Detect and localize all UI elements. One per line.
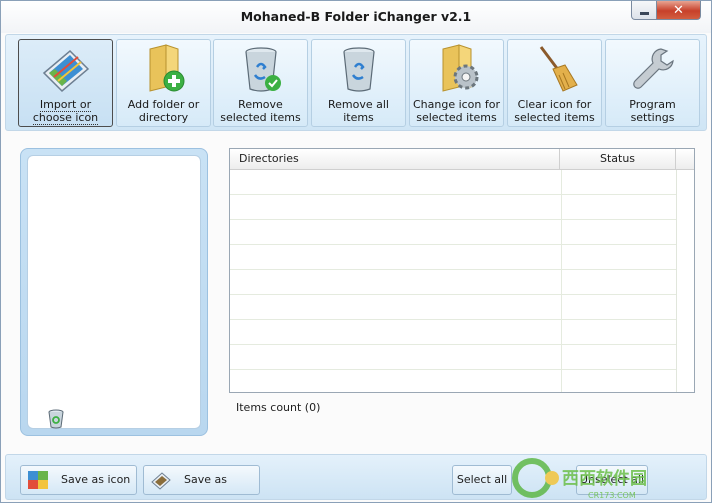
add-folder-label: Add folder or directory <box>127 98 200 124</box>
folder-add-icon <box>149 44 184 92</box>
change-icon-button[interactable]: Change icon for selected items <box>409 39 504 127</box>
table-row <box>230 245 676 270</box>
broom-icon <box>539 46 578 92</box>
save-as-image-label: Save as image <box>184 473 227 503</box>
close-icon: ✕ <box>673 2 684 18</box>
clear-icon-button[interactable]: Clear icon for selected items <box>507 39 602 127</box>
watermark-subtext: CR173.COM <box>588 491 636 500</box>
remove-all-button[interactable]: Remove all items <box>311 39 406 127</box>
add-folder-button[interactable]: Add folder or directory <box>116 39 211 127</box>
save-as-image-button[interactable]: Save as image <box>143 465 260 503</box>
watermark-logo: 西西软件园 CR173.COM <box>512 458 647 500</box>
table-row <box>230 345 676 370</box>
table-row <box>230 295 676 320</box>
icon-preview-area[interactable] <box>27 155 201 429</box>
save-icon-icon <box>28 471 48 489</box>
column-header-status[interactable]: Status <box>560 149 676 169</box>
toolbar: Import or choose icon Add folder or dire… <box>5 34 707 131</box>
save-image-icon <box>151 472 171 490</box>
import-icon-button[interactable]: Import or choose icon <box>18 39 113 127</box>
save-as-icon-label: Save as icon <box>61 473 131 486</box>
table-row <box>230 370 676 395</box>
app-window: Mohaned-B Folder iChanger v2.1 ✕ Import … <box>0 0 712 503</box>
clear-icon-label: Clear icon for selected items <box>514 98 595 124</box>
column-header-directories[interactable]: Directories <box>230 149 560 169</box>
close-button[interactable]: ✕ <box>656 1 701 20</box>
wrench-icon <box>632 48 674 89</box>
recycle-bin-small-icon[interactable] <box>47 409 65 429</box>
change-icon-label: Change icon for selected items <box>412 98 501 124</box>
directories-table[interactable]: Directories Status <box>229 148 695 393</box>
picture-frame-icon <box>42 49 89 93</box>
remove-all-label: Remove all items <box>328 98 389 124</box>
table-column-divider <box>676 170 677 392</box>
minimize-icon <box>639 12 649 15</box>
remove-selected-button[interactable]: Remove selected items <box>213 39 308 127</box>
select-all-label: Select all <box>456 473 508 486</box>
title-bar: Mohaned-B Folder iChanger v2.1 ✕ <box>1 1 711 33</box>
import-icon-label: Import or choose icon <box>32 98 99 125</box>
recycle-bin-icon <box>342 47 375 92</box>
folder-gear-icon <box>442 44 478 92</box>
table-row <box>230 220 676 245</box>
table-row <box>230 195 676 220</box>
watermark-text: 西西软件园 <box>562 468 647 489</box>
program-settings-label: Program settings <box>629 98 676 124</box>
save-as-icon-button[interactable]: Save as icon <box>20 465 137 495</box>
program-settings-button[interactable]: Program settings <box>605 39 700 127</box>
table-row <box>230 270 676 295</box>
minimize-button[interactable] <box>631 1 657 20</box>
icon-preview-panel <box>20 148 208 436</box>
items-count-label: Items count (0) <box>236 401 321 414</box>
table-header: Directories Status <box>230 149 694 170</box>
window-title: Mohaned-B Folder iChanger v2.1 <box>240 9 472 24</box>
select-all-button[interactable]: Select all <box>452 465 512 495</box>
table-row <box>230 170 676 195</box>
recycle-bin-check-icon <box>244 47 281 92</box>
table-row <box>230 320 676 345</box>
remove-selected-label: Remove selected items <box>220 98 301 124</box>
